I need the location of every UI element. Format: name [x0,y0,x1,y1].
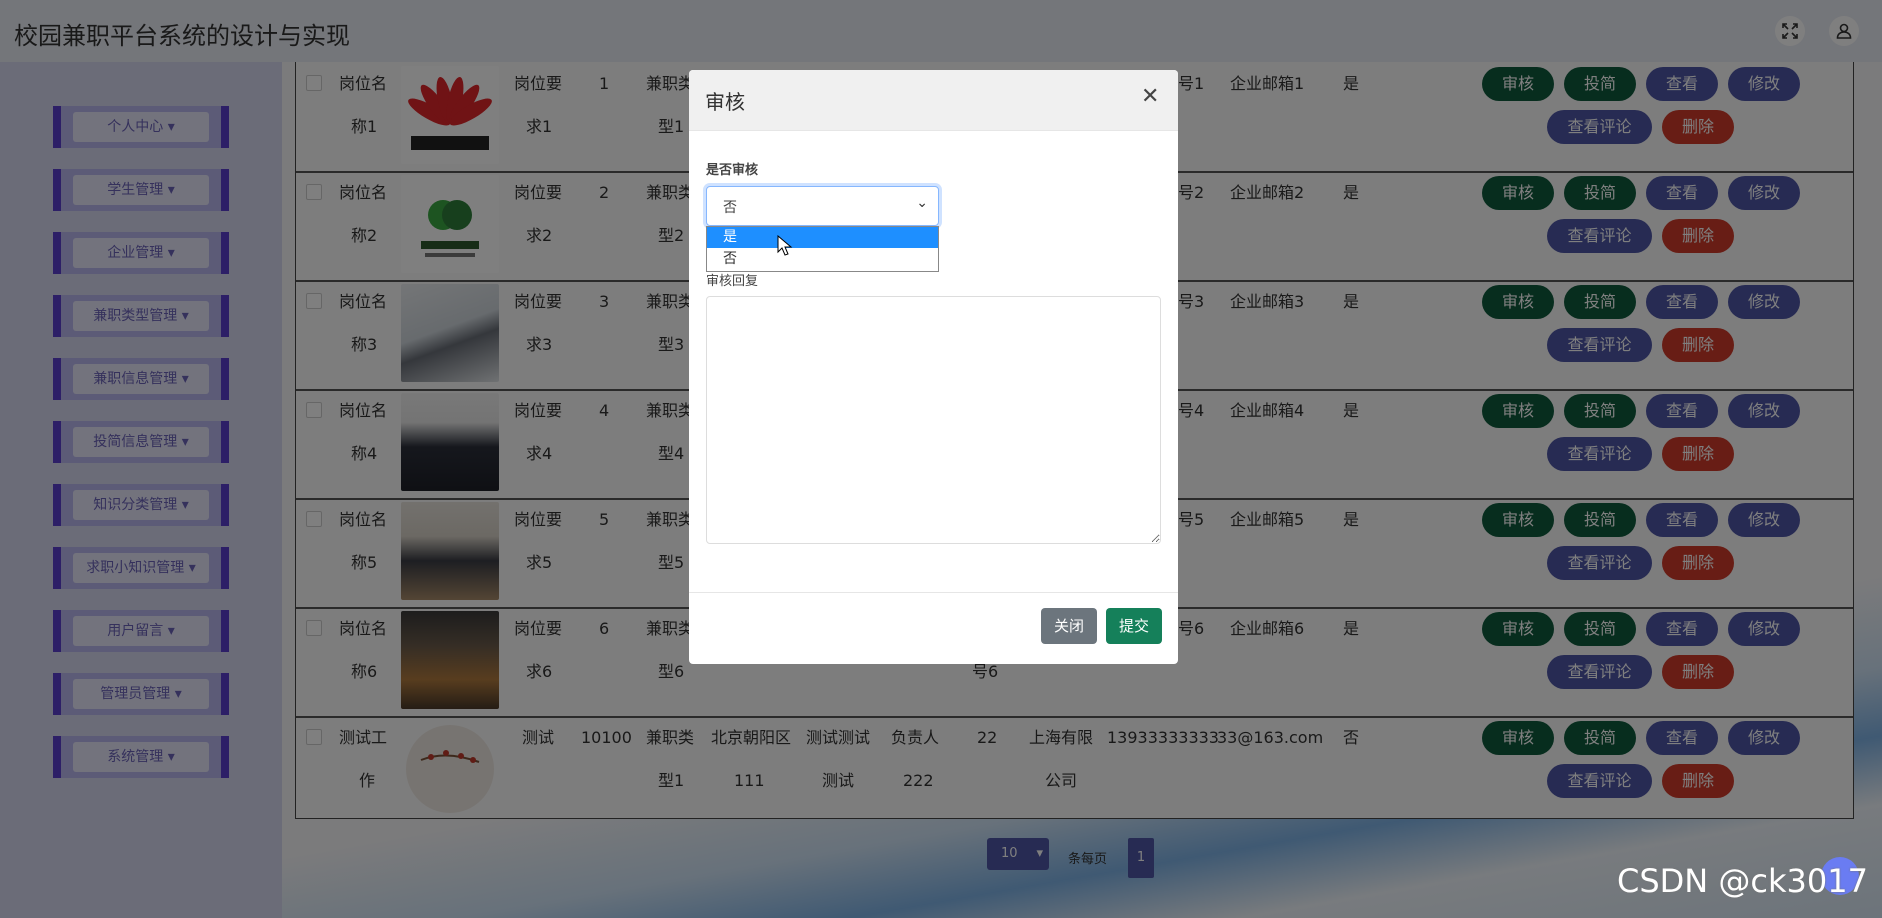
audit-reply-label: 审核回复 [706,274,759,289]
submit-button[interactable]: 提交 [1106,608,1162,644]
audit-modal: 审核 ✕ 是否审核 否 ⌄ 是 否 审核回复 关闭 提交 [689,70,1178,664]
modal-header: 审核 ✕ [689,70,1178,131]
modal-footer-divider [689,592,1178,593]
audit-status-dropdown: 是 否 [706,226,939,272]
pointer-cursor-icon [777,235,793,256]
option-yes[interactable]: 是 [707,227,938,248]
option-no[interactable]: 否 [707,248,938,270]
audit-status-value: 否 [723,200,737,216]
watermark: CSDN @ck3017 [1617,862,1868,900]
audit-status-select[interactable]: 否 ⌄ [706,186,939,226]
close-button[interactable]: 关闭 [1041,608,1097,644]
audit-reply-textarea[interactable] [706,296,1161,544]
chevron-down-icon: ⌄ [916,195,928,211]
audit-status-label: 是否审核 [706,163,759,178]
close-icon[interactable]: ✕ [1141,84,1159,109]
modal-title: 审核 [705,90,745,114]
